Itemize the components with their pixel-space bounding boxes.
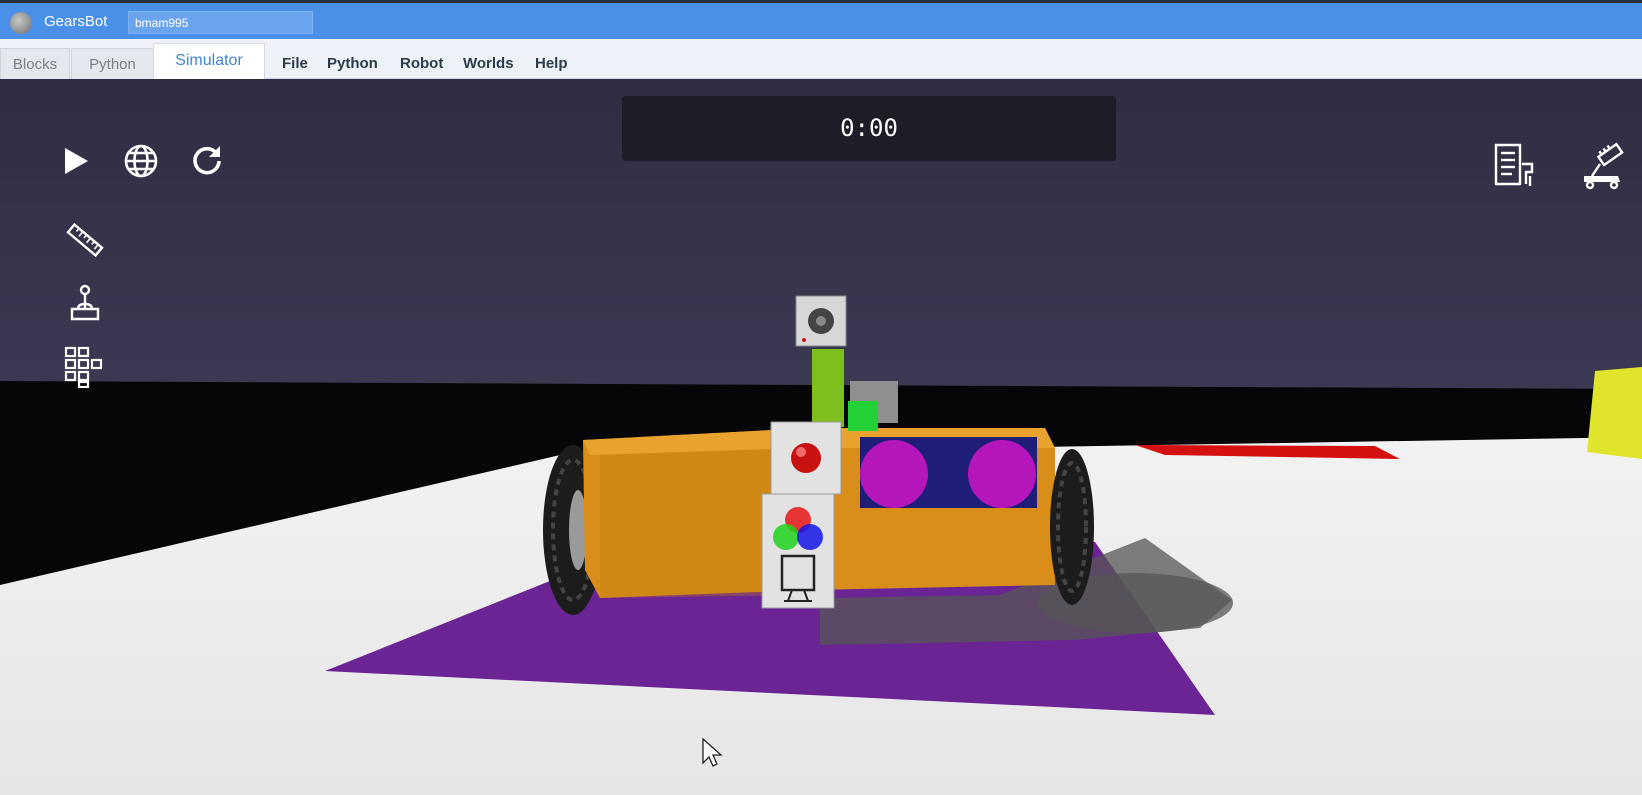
joystick-icon[interactable] [66, 283, 104, 323]
simulator-scene [0, 79, 1642, 795]
tab-simulator[interactable]: Simulator [153, 43, 265, 79]
title-bar: GearsBot [0, 0, 1642, 39]
simulation-timer: 0:00 [622, 96, 1116, 161]
green-block [848, 401, 878, 431]
robot-config-icon[interactable] [1578, 140, 1628, 190]
app-name: GearsBot [44, 13, 108, 30]
gearsbot-logo [10, 12, 32, 34]
menu-robot[interactable]: Robot [400, 55, 443, 72]
menu-help[interactable]: Help [535, 55, 568, 72]
menu-worlds[interactable]: Worlds [463, 55, 514, 72]
menu-python[interactable]: Python [327, 55, 378, 72]
menu-file[interactable]: File [282, 55, 308, 72]
tab-python[interactable]: Python [71, 48, 154, 79]
camera-mast [812, 349, 844, 427]
blocks-icon[interactable] [64, 346, 106, 389]
yellow-block [1587, 367, 1642, 459]
play-icon[interactable] [58, 144, 92, 178]
reset-icon[interactable] [189, 143, 225, 179]
code-panel-icon[interactable] [1490, 142, 1540, 188]
tab-blocks[interactable]: Blocks [0, 48, 70, 79]
menu-bar: Blocks Python Simulator File Python Robo… [0, 39, 1642, 79]
ruler-icon[interactable] [65, 220, 105, 260]
simulator-viewport[interactable] [0, 79, 1642, 795]
globe-icon[interactable] [123, 143, 159, 179]
project-name-field[interactable] [128, 11, 313, 34]
